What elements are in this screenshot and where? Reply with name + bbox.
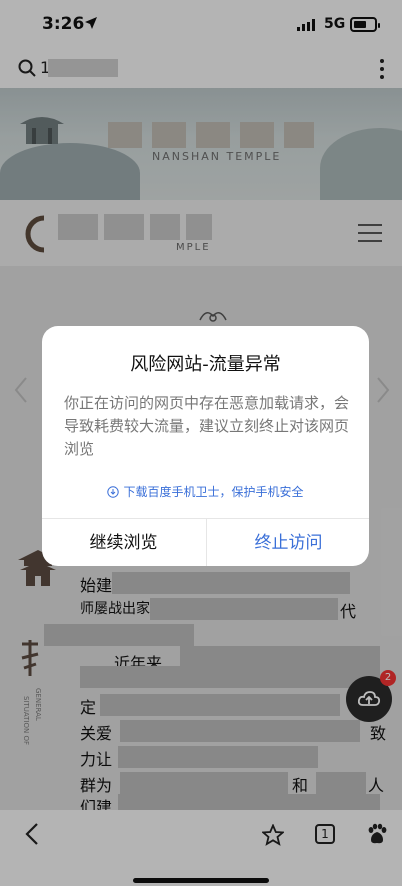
risk-warning-dialog: 风险网站-流量异常 你正在访问的网页中存在恶意加载请求，会导致耗费较大流量，建议… [42,326,369,566]
download-promo-text[interactable]: 下载百度手机卫士，保护手机安全 [123,485,303,499]
continue-browsing-button[interactable]: 继续浏览 [42,519,205,566]
stop-visit-button[interactable]: 终止访问 [206,519,369,566]
dialog-title: 风险网站-流量异常 [130,354,281,375]
dialog-button-row: 继续浏览 终止访问 [42,518,369,566]
download-promo-link[interactable]: 下载百度手机卫士，保护手机安全 [42,483,369,500]
download-icon [107,486,120,498]
dialog-message: 你正在访问的网页中存在恶意加载请求，会导致耗费较大流量，建议立刻终止对该网页浏览 [64,394,350,458]
